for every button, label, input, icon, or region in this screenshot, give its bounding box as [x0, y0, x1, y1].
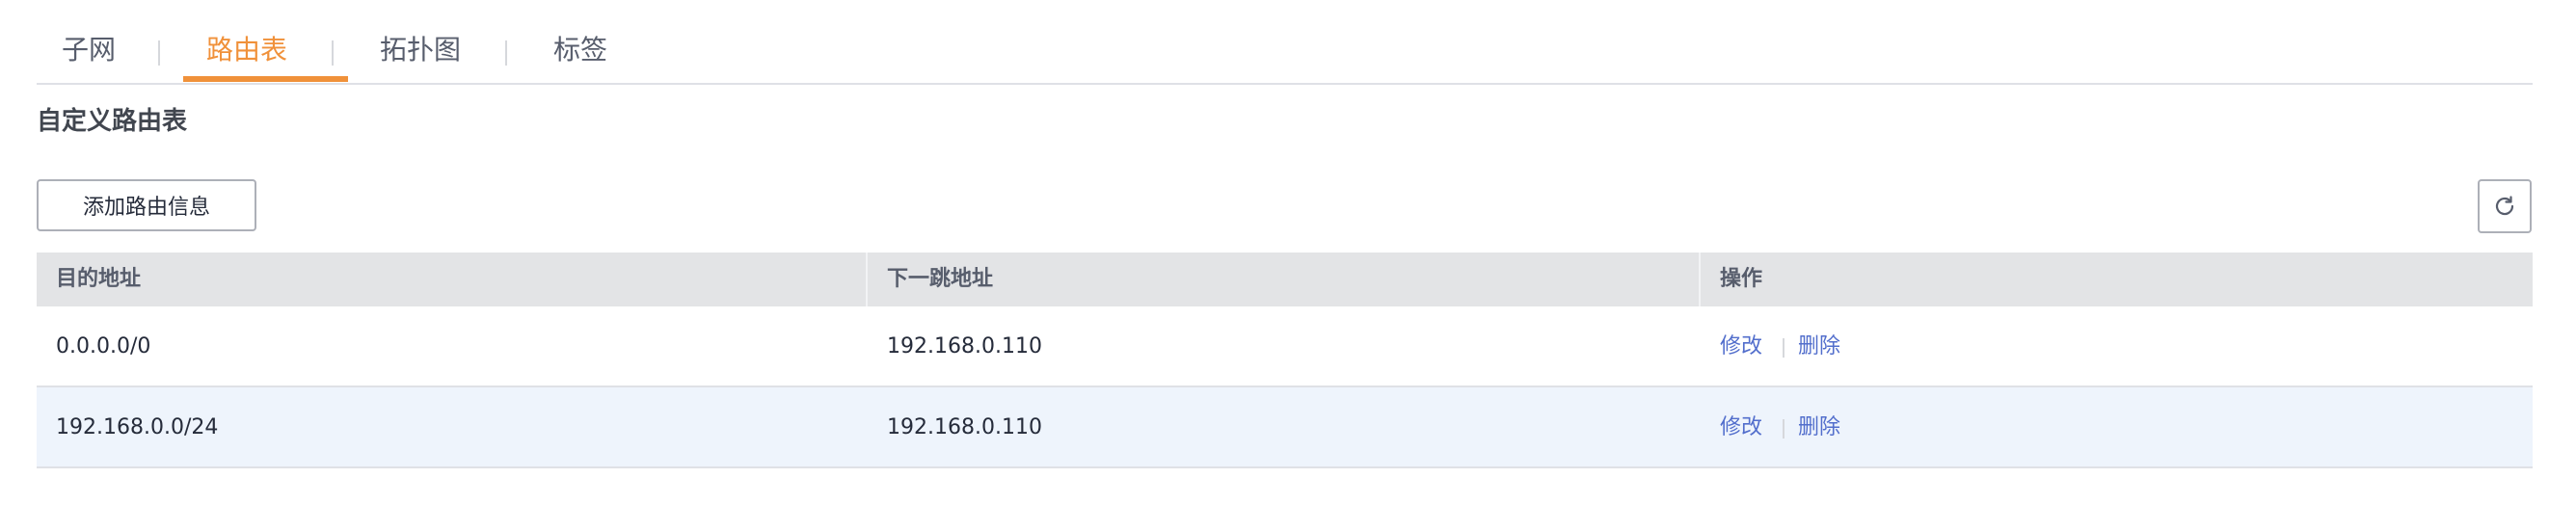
delete-link[interactable]: 删除: [1798, 387, 1840, 468]
column-header-actions: 操作: [1720, 267, 1763, 291]
cell-next-hop: 192.168.0.110: [887, 415, 1042, 439]
cell-destination: 192.168.0.0/24: [56, 415, 219, 439]
table-row: 192.168.0.0/24 192.168.0.110 修改 删除: [37, 387, 2533, 468]
refresh-icon: [2495, 196, 2514, 216]
route-table: 目的地址 下一跳地址 操作 0.0.0.0/0 192.168.0.110 修改…: [37, 252, 2533, 468]
tab-topology[interactable]: 拓扑图: [380, 31, 461, 69]
tab-route-table[interactable]: 路由表: [206, 31, 287, 69]
column-header-next-hop: 下一跳地址: [887, 267, 994, 291]
section-title: 自定义路由表: [37, 107, 188, 136]
tab-divider: [332, 40, 334, 66]
tab-subnet[interactable]: 子网: [62, 31, 116, 69]
route-table-page: 子网 路由表 拓扑图 标签 自定义路由表 添加路由信息 目的地址 下一跳地址 操…: [0, 0, 2576, 505]
column-divider: [1699, 252, 1701, 306]
delete-link[interactable]: 删除: [1798, 306, 1840, 387]
tab-tags[interactable]: 标签: [553, 31, 607, 69]
cell-next-hop: 192.168.0.110: [887, 334, 1042, 359]
tab-divider: [158, 40, 160, 66]
action-divider: [1783, 419, 1784, 439]
action-divider: [1783, 338, 1784, 358]
tab-bar: 子网 路由表 拓扑图 标签: [37, 19, 2533, 85]
tab-divider: [505, 40, 507, 66]
table-row: 0.0.0.0/0 192.168.0.110 修改 删除: [37, 306, 2533, 387]
edit-link[interactable]: 修改: [1720, 387, 1762, 468]
active-tab-indicator: [183, 76, 348, 82]
edit-link[interactable]: 修改: [1720, 306, 1762, 387]
table-header: 目的地址 下一跳地址 操作: [37, 252, 2533, 306]
refresh-button[interactable]: [2478, 179, 2532, 233]
cell-destination: 0.0.0.0/0: [56, 334, 151, 359]
column-header-destination: 目的地址: [56, 267, 142, 291]
column-divider: [866, 252, 868, 306]
add-route-button[interactable]: 添加路由信息: [37, 179, 256, 231]
